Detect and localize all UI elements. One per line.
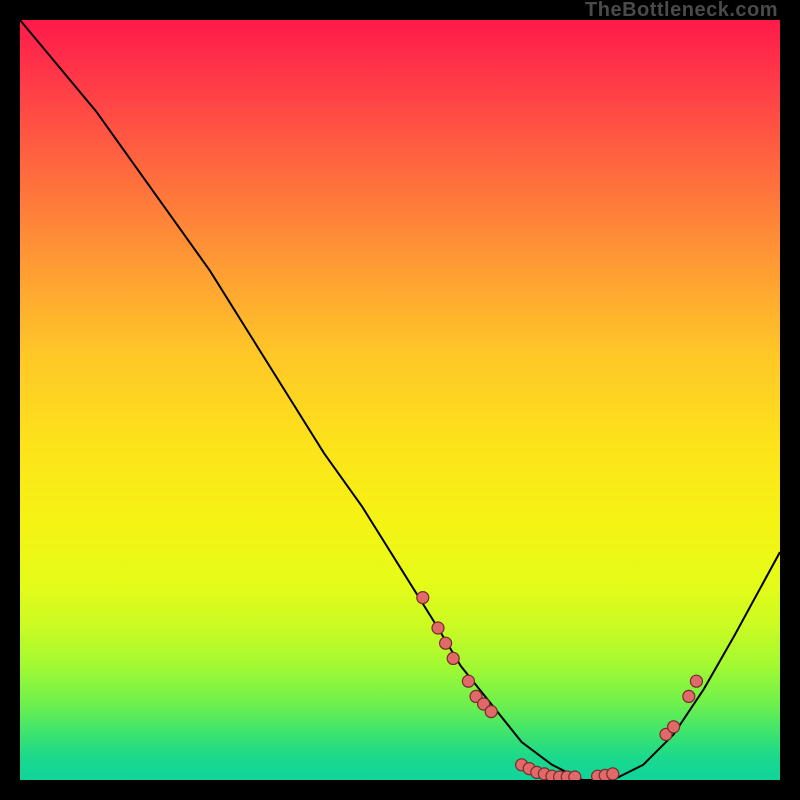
data-point (440, 637, 452, 649)
watermark: TheBottleneck.com (585, 0, 778, 20)
data-point (668, 721, 680, 733)
chart-frame: TheBottleneck.com (0, 0, 800, 800)
marker-layer (417, 592, 703, 780)
data-point (683, 690, 695, 702)
data-point (485, 706, 497, 718)
data-point (417, 592, 429, 604)
data-point (447, 652, 459, 664)
chart-overlay (20, 20, 780, 780)
data-point (607, 768, 619, 780)
bottleneck-curve (20, 20, 780, 780)
data-point (690, 675, 702, 687)
data-point (569, 771, 581, 780)
data-point (432, 622, 444, 634)
data-point (462, 675, 474, 687)
